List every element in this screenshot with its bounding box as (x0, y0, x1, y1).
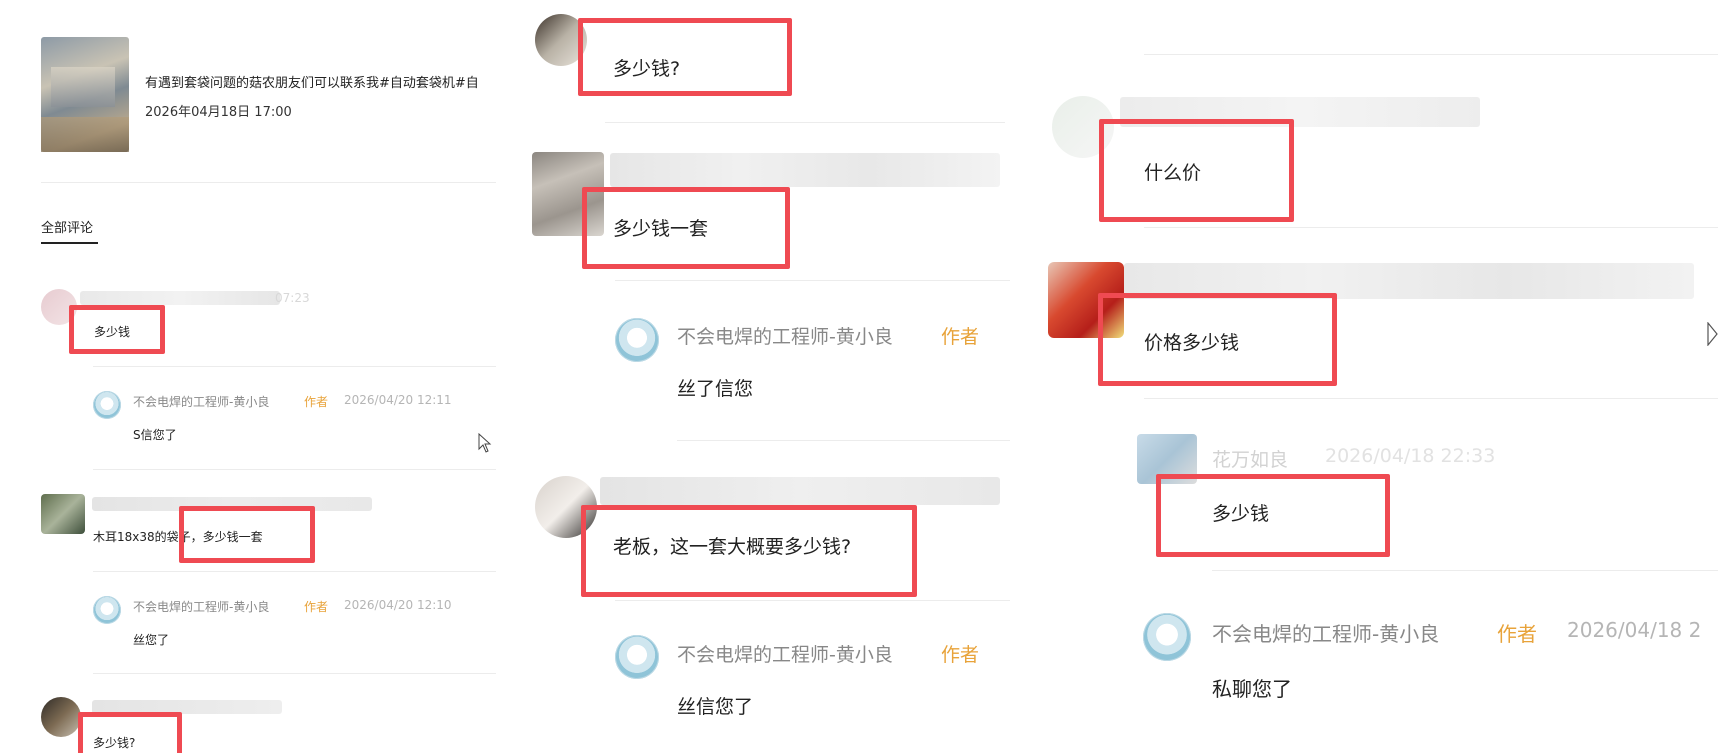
left-screenshot-panel: 有遇到套袋问题的菇农朋友们可以联系我#自动套袋机#自 2026年04月18日 1… (0, 0, 500, 753)
author-avatar[interactable] (1143, 613, 1191, 661)
thumbnail-machine-detail (51, 67, 115, 107)
avatar[interactable] (41, 494, 85, 534)
highlight-box (578, 18, 792, 96)
highlight-box (581, 505, 917, 597)
reply-text: 丝信您了 (677, 696, 754, 718)
divider (93, 673, 496, 674)
reply-author-name[interactable]: 不会电焊的工程师-黄小良 (133, 393, 269, 410)
thumbnail-floor-detail (41, 117, 129, 152)
divider (93, 469, 496, 470)
divider (615, 280, 1010, 281)
reply-author-name[interactable]: 不会电焊的工程师-黄小良 (133, 598, 269, 615)
blurred-reply-name: 花万如良 (1212, 449, 1289, 471)
divider (93, 571, 496, 572)
post-title[interactable]: 有遇到套袋问题的菇农朋友们可以联系我#自动套袋机#自 (145, 72, 479, 91)
highlight-box (582, 187, 790, 269)
blurred-username (80, 291, 280, 305)
tab-active-underline (41, 242, 98, 244)
highlight-box (1156, 474, 1390, 557)
highlight-box (69, 305, 165, 354)
cursor-icon (478, 432, 492, 453)
middle-screenshot-panel: 多少钱? 多少钱一套 不会电焊的工程师-黄小良 作者 丝了信您 老板，这一套大概… (530, 0, 1010, 753)
reply-author-name[interactable]: 不会电焊的工程师-黄小良 (1212, 618, 1439, 647)
tab-all-comments[interactable]: 全部评论 (41, 217, 93, 236)
avatar[interactable] (41, 697, 81, 737)
highlight-box (1098, 293, 1337, 386)
author-badge: 作者 (1497, 622, 1537, 646)
reply-time: 2026/04/20 12:11 (344, 393, 452, 407)
author-badge: 作者 (941, 326, 980, 348)
reply-text: 丝您了 (133, 633, 170, 647)
blurred-reply-time: 2026/04/18 22:33 (1325, 445, 1496, 467)
right-screenshot-panel: 什么价 价格多少钱 花万如良 2026/04/18 22:33 多少钱 不会电焊… (1040, 0, 1718, 753)
divider (1144, 398, 1718, 399)
blurred-time: 07:23 (275, 291, 310, 305)
cursor-icon (1707, 321, 1718, 347)
author-avatar[interactable] (615, 635, 659, 679)
reply-author-name[interactable]: 不会电焊的工程师-黄小良 (677, 640, 893, 667)
reply-author-name[interactable]: 不会电焊的工程师-黄小良 (677, 322, 893, 349)
reply-time: 2026/04/18 2 (1567, 618, 1702, 642)
divider (605, 122, 1005, 123)
author-avatar[interactable] (93, 596, 121, 624)
reply-text: 丝了信您 (677, 378, 754, 400)
author-avatar[interactable] (615, 318, 659, 362)
reply-time: 2026/04/20 12:10 (344, 598, 452, 612)
blurred-username (600, 477, 1000, 505)
video-thumbnail[interactable] (41, 37, 129, 152)
post-date: 2026年04月18日 17:00 (145, 105, 292, 120)
divider (41, 182, 496, 183)
reply-text: S信您了 (133, 428, 177, 442)
author-badge: 作者 (304, 395, 329, 409)
divider (1144, 227, 1718, 228)
author-badge: 作者 (304, 600, 329, 614)
author-avatar[interactable] (93, 391, 121, 419)
divider (1212, 570, 1718, 571)
divider (615, 600, 1010, 601)
divider (93, 366, 496, 367)
reply-text: 私聊您了 (1212, 677, 1292, 701)
divider (1144, 54, 1718, 55)
highlight-box (78, 712, 182, 753)
highlight-box (1099, 119, 1294, 222)
author-badge: 作者 (941, 644, 980, 666)
divider (677, 440, 1010, 441)
highlight-box (179, 506, 315, 563)
blurred-username (610, 153, 1000, 187)
